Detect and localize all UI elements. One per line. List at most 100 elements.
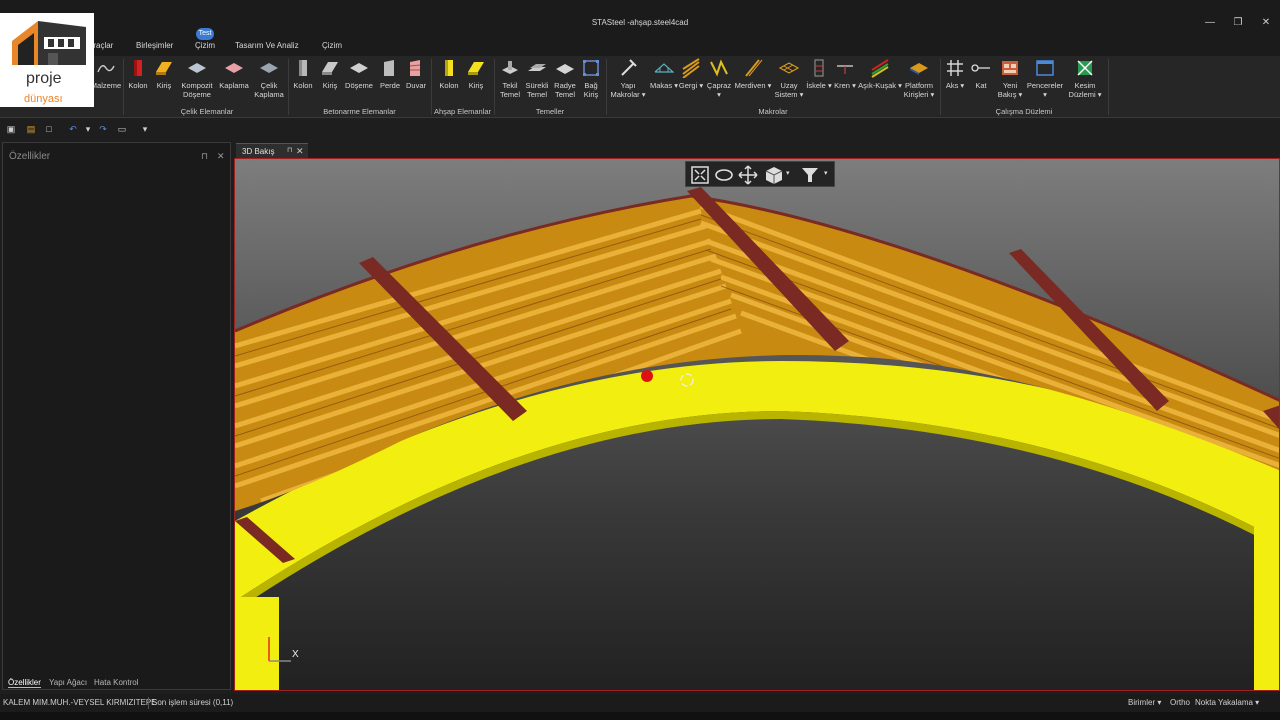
ribbon-iskele-button[interactable]: İskele ▾ [806,58,832,90]
tab-yapi-agaci[interactable]: Yapı Ağacı [49,678,87,687]
tab-hata-kontrol[interactable]: Hata Kontrol [94,678,138,687]
window-title: STASteel -ahşap.steel4cad [591,18,689,27]
proje-dunyasi-logo: proje dünyası [0,13,94,107]
ribbon-kiris-timber-button[interactable]: Kiriş [463,58,489,90]
tab-cizim-active[interactable]: Çizim [195,41,215,50]
concrete-column-icon [299,60,307,76]
ribbon-celik-kaplama-button[interactable]: Çelik Kaplama [251,58,287,99]
tab-cizim[interactable]: Çizim [322,41,342,50]
house-logo-icon [12,21,86,65]
purlin-icon [871,59,889,78]
ribbon-merdiven-button[interactable]: Merdiven ▾ [734,58,772,90]
ribbon-makas-button[interactable]: Makas ▾ [650,58,678,90]
minimize-button[interactable]: — [1200,17,1220,29]
tie-rod-icon [682,58,700,78]
ribbon-kolon-steel-button[interactable]: Kolon [126,58,150,90]
ortho-toggle[interactable]: Ortho [1170,698,1190,707]
selection-marker[interactable] [641,370,653,382]
test-badge: Test [196,28,214,40]
customize-dropdown-icon[interactable]: ▾ [140,124,150,134]
tab-close-icon[interactable]: ✕ [296,146,304,157]
document-tab-bar: 3D Bakış ⊓ ✕ [234,142,1280,158]
grid-axis-icon [947,60,963,76]
status-bar: KALEM MIM.MUH.-VEYSEL KIRMIZITEPE Son iş… [0,694,1280,712]
tab-3d-view-label: 3D Bakış [242,147,275,156]
status-user: KALEM MIM.MUH.-VEYSEL KIRMIZITEPE [3,698,157,707]
group-ahsap-elemanlar: Ahşap Elemanlar [433,107,492,116]
left-column[interactable] [235,597,279,691]
ribbon-radye-temel-button[interactable]: Radye Temel [551,58,579,99]
zoom-extents-icon[interactable] [690,165,710,185]
undo-icon[interactable]: ↶ [68,124,78,134]
ribbon-bag-kiris-button[interactable]: Bağ Kiriş [578,58,604,99]
slab-icon [350,63,368,73]
comment-icon[interactable]: ▭ [117,124,127,134]
bottom-strip [0,712,1280,720]
ribbon-kompozit-doseme-button[interactable]: Kompozit Döşeme [178,58,216,99]
ribbon-kiris-steel-button[interactable]: Kiriş [152,58,176,90]
tab-birlesimler[interactable]: Birleşimler [136,41,173,50]
save-icon[interactable]: ▣ [6,124,16,134]
ribbon-kat-button[interactable]: Kat [968,58,994,90]
units-dropdown[interactable]: Birimler ▾ [1128,698,1161,707]
ribbon-kren-button[interactable]: Kren ▾ [832,58,858,90]
undo-dropdown-icon[interactable]: ▾ [83,124,93,134]
ribbon-yeni-bakis-button[interactable]: Yeni Bakış ▾ [996,58,1024,99]
ribbon-pencereler-button[interactable]: Pencereler ▾ [1025,58,1065,99]
ribbon-platform-kirisleri-button[interactable]: Platform Kirişleri ▾ [900,58,938,99]
raft-footing-icon [556,64,574,74]
orbit-icon[interactable] [714,165,734,185]
pan-icon[interactable] [738,165,758,185]
truss-icon [654,63,674,73]
ribbon-surekli-temel-button[interactable]: Sürekli Temel [523,58,551,99]
ribbon-kiris-concrete-button[interactable]: Kiriş [318,58,342,90]
3d-viewport[interactable]: X ▾ ▾ [234,158,1280,691]
windows-icon [1036,60,1054,76]
beam-icon [156,62,172,75]
ribbon-perde-button[interactable]: Perde [377,58,403,90]
section-plane-icon [1077,60,1093,76]
ribbon-doseme-button[interactable]: Döşeme [343,58,375,90]
restore-button[interactable]: ❐ [1228,17,1248,29]
ribbon-kesim-duzlemi-button[interactable]: Kesim Düzlemi ▾ [1066,58,1104,99]
quick-access-toolbar: ▣ ▤ □ ↶ ▾ ↷ ▭ ▾ [0,118,1280,140]
filter-icon[interactable] [800,165,820,185]
ribbon-kolon-concrete-button[interactable]: Kolon [290,58,316,90]
tie-beam-icon [583,60,599,76]
3d-model-scene[interactable] [235,159,1280,691]
ribbon-tekil-temel-button[interactable]: Tekil Temel [496,58,524,99]
group-temeller: Temeller [535,107,565,116]
right-column[interactable] [1254,491,1280,691]
filter-dropdown-icon[interactable]: ▾ [824,169,828,177]
ribbon-aks-button[interactable]: Aks ▾ [942,58,968,90]
tab-3d-view[interactable]: 3D Bakış ⊓ ✕ [236,143,308,158]
new-file-icon[interactable]: □ [44,124,54,134]
group-makrolar: Makrolar [758,107,788,116]
single-footing-icon [502,61,518,74]
ribbon-kolon-timber-button[interactable]: Kolon [436,58,462,90]
ribbon-gergi-button[interactable]: Gergi ▾ [678,58,704,90]
concrete-beam-icon [322,62,338,75]
panel-close-icon[interactable]: ✕ [217,151,225,162]
open-folder-icon[interactable]: ▤ [26,124,36,134]
ribbon-kaplama-button[interactable]: Kaplama [217,58,251,90]
view-cube-dropdown-icon[interactable]: ▾ [786,169,790,177]
properties-panel: Özellikler ⊓ ✕ [2,142,231,690]
close-window-button[interactable]: ✕ [1256,17,1276,29]
ribbon-asik-kusak-button[interactable]: Aşık-Kuşak ▾ [858,58,902,90]
space-frame-icon [779,62,799,74]
ribbon-yapi-makrolar-button[interactable]: Yapı Makrolar ▾ [608,58,648,99]
group-celik-elemanlar: Çelik Elemanlar [180,107,234,116]
ribbon-uzay-sistem-button[interactable]: Uzay Sistem ▾ [772,58,806,99]
snap-dropdown[interactable]: Nokta Yakalama ▾ [1195,698,1259,707]
structure-macro-icon [621,59,637,76]
tab-pin-icon[interactable]: ⊓ [287,146,292,154]
composite-slab-icon [188,63,206,73]
ribbon-duvar-button[interactable]: Duvar [403,58,429,90]
ribbon-capraz-button[interactable]: Çapraz ▾ [704,58,734,99]
tab-ozellikler[interactable]: Özellikler [8,678,41,688]
panel-pin-icon[interactable]: ⊓ [201,151,208,162]
view-cube-icon[interactable] [764,165,784,185]
tab-tasarim-ve-analiz[interactable]: Tasarım Ve Analiz [235,41,299,50]
redo-icon[interactable]: ↷ [98,124,108,134]
